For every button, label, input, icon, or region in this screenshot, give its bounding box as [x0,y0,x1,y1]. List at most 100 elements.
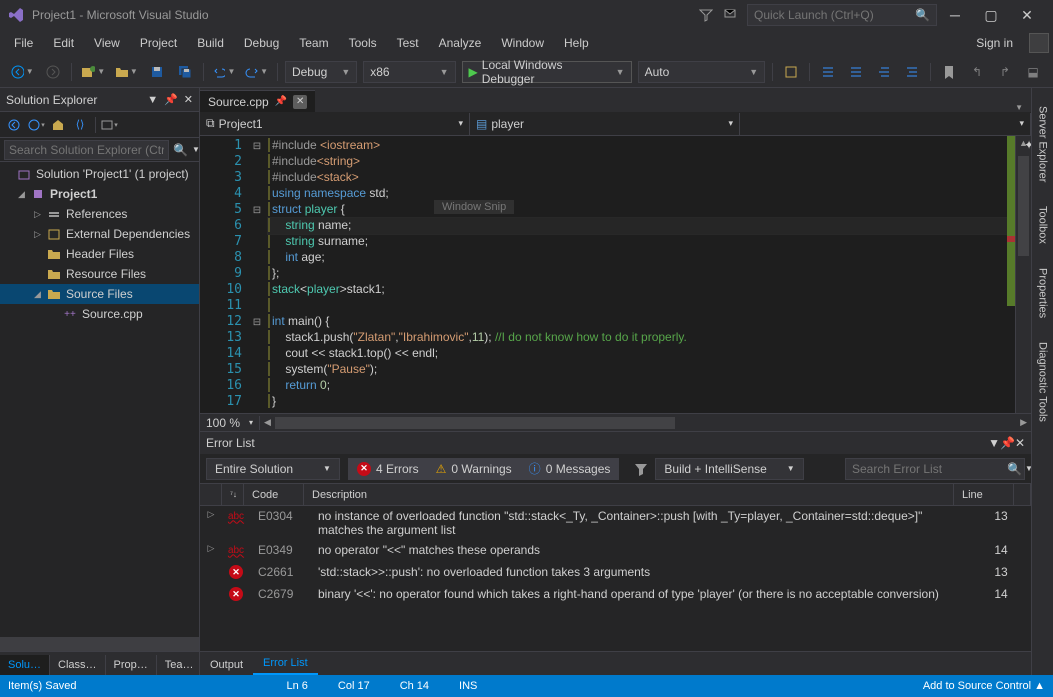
search-icon[interactable]: 🔍 [1007,462,1022,476]
error-row[interactable]: ✕C2661'std::stack>>::push': no overloade… [200,562,1031,584]
brackets-icon[interactable]: ⟨⟩ [70,115,90,135]
scrollbar-thumb[interactable] [1018,156,1029,256]
tree-source-files[interactable]: ◢Source Files [0,284,199,304]
menu-view[interactable]: View [84,32,130,54]
redo-button[interactable]: ▼ [242,60,271,84]
notifications-icon[interactable] [723,8,737,22]
zoom-combo[interactable]: 100 %▾ [200,416,260,430]
open-file-button[interactable]: ▼ [112,60,141,84]
error-row[interactable]: ▷abcE0349no operator "<<" matches these … [200,540,1031,562]
build-intellisense-combo[interactable]: Build + IntelliSense▼ [655,458,803,480]
toolbar-icon-3[interactable] [844,60,868,84]
toolbar-icon-4[interactable] [872,60,896,84]
pin-tab-icon[interactable]: 📌 [275,96,287,107]
menu-build[interactable]: Build [187,32,234,54]
nav-member-combo[interactable]: ▾ [740,113,1031,135]
error-table[interactable]: ⁷↓ Code Description Line ▷abcE0304no ins… [200,484,1031,651]
bottom-tab-error-list[interactable]: Error List [253,653,318,675]
minimize-button[interactable]: ─ [937,0,973,30]
menu-team[interactable]: Team [289,32,338,54]
right-tab-diagnostic-tools[interactable]: Diagnostic Tools [1034,332,1052,432]
error-search-input[interactable] [852,462,1007,476]
menu-tools[interactable]: Tools [339,32,387,54]
code-editor[interactable]: 1234567891011121314151617 ⊟⊟⊟ Window Sni… [200,136,1031,413]
auto-combo[interactable]: Auto▼ [638,61,766,83]
search-icon[interactable]: 🔍 [915,8,930,22]
error-row[interactable]: ✕C2679binary '<<': no operator found whi… [200,584,1031,606]
toolbar-icon-2[interactable] [816,60,840,84]
menu-project[interactable]: Project [130,32,187,54]
panel-tab-0[interactable]: Solu… [0,655,50,675]
fold-column[interactable]: ⊟⊟⊟ [250,136,264,413]
save-all-button[interactable] [173,60,197,84]
menu-edit[interactable]: Edit [43,32,84,54]
toolbar-icon-9[interactable]: ⬓ [1021,60,1045,84]
vertical-scrollbar[interactable]: ▲ ✦ [1015,136,1031,413]
start-debugging-button[interactable]: ▶Local Windows Debugger▼ [462,61,632,83]
solution-search[interactable]: 🔍 ▼ [0,138,199,162]
menu-analyze[interactable]: Analyze [429,32,492,54]
messages-filter[interactable]: ⓘ0 Messages [520,458,620,480]
nav-project-combo[interactable]: ⧉Project1▾ [200,113,470,135]
col-description[interactable]: Description [304,484,954,506]
undo-button[interactable]: ▼ [210,60,239,84]
panel-menu-icon[interactable]: ▼ [988,436,1000,450]
tree-resource-files[interactable]: Resource Files [0,264,199,284]
configuration-combo[interactable]: Debug▼ [285,61,357,83]
scope-icon[interactable]: ▾ [99,115,119,135]
menu-debug[interactable]: Debug [234,32,289,54]
hscroll-track[interactable] [275,415,1016,431]
save-button[interactable] [145,60,169,84]
bottom-tab-output[interactable]: Output [200,655,253,675]
source-control-button[interactable]: Add to Source Control ▲ [923,680,1045,692]
search-icon[interactable]: 🔍 [173,143,188,157]
menu-test[interactable]: Test [387,32,429,54]
quick-launch-input[interactable] [754,8,915,22]
scroll-right-icon[interactable]: ▶ [1016,417,1031,428]
right-tab-properties[interactable]: Properties [1034,258,1052,328]
toolbar-icon-8[interactable]: ↱ [993,60,1017,84]
panel-tab-2[interactable]: Prop… [106,655,157,675]
solution-tree[interactable]: Solution 'Project1' (1 project)◢Project1… [0,162,199,637]
back-button[interactable]: ▼ [8,60,37,84]
code-content[interactable]: Window Snip #include <iostream>#include<… [264,136,1007,413]
tabs-dropdown-icon[interactable]: ▼ [1007,103,1031,112]
close-panel-icon[interactable]: ✕ [184,93,193,106]
close-button[interactable]: ✕ [1009,0,1045,30]
scroll-left-icon[interactable]: ◀ [260,417,275,428]
solution-search-input[interactable] [4,140,169,160]
tree-solution[interactable]: Solution 'Project1' (1 project) [0,164,199,184]
forward-button[interactable] [41,60,65,84]
panel-tab-3[interactable]: Tea… [157,655,203,675]
error-scope-combo[interactable]: Entire Solution▼ [206,458,340,480]
close-tab-icon[interactable]: ✕ [293,95,307,109]
search-dropdown-icon[interactable]: ▼ [192,145,200,154]
tree-header-files[interactable]: Header Files [0,244,199,264]
warnings-filter[interactable]: ⚠0 Warnings [427,458,521,480]
home-icon[interactable] [4,115,24,135]
menu-help[interactable]: Help [554,32,599,54]
panel-menu-icon[interactable]: ▼ [147,94,158,106]
toolbar-icon-6[interactable] [937,60,961,84]
menu-window[interactable]: Window [491,32,554,54]
sync-icon[interactable]: ▾ [26,115,46,135]
toolbar-icon-5[interactable] [900,60,924,84]
tree-references[interactable]: ▷References [0,204,199,224]
toolbar-icon-1[interactable] [779,60,803,84]
tree-project[interactable]: ◢Project1 [0,184,199,204]
toolbar-icon-7[interactable]: ↰ [965,60,989,84]
col-line[interactable]: Line [954,484,1014,506]
menu-file[interactable]: File [4,32,43,54]
right-tab-server-explorer[interactable]: Server Explorer [1034,96,1052,192]
filter-icon[interactable] [699,8,713,22]
quick-launch[interactable]: 🔍 [747,4,937,26]
error-search[interactable]: 🔍▼ [845,458,1025,480]
filter-icon[interactable] [626,458,656,480]
error-row[interactable]: ▷abcE0304no instance of overloaded funct… [200,506,1031,540]
tree-external-deps[interactable]: ▷External Dependencies [0,224,199,244]
tree-source-cpp[interactable]: ++Source.cpp [0,304,199,324]
right-tab-toolbox[interactable]: Toolbox [1034,196,1052,254]
errors-filter[interactable]: ✕4 Errors [348,458,428,480]
file-tab-source[interactable]: Source.cpp 📌 ✕ [200,90,315,112]
avatar-icon[interactable] [1029,33,1049,53]
